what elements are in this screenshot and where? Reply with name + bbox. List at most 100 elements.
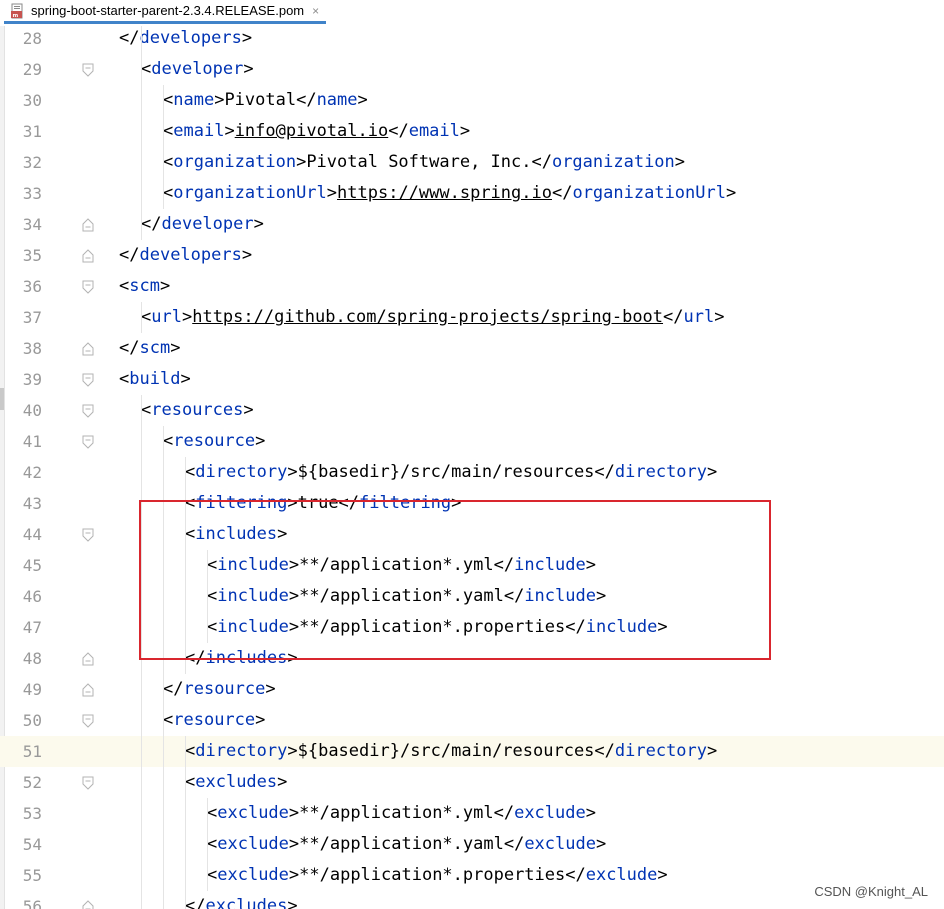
code-text[interactable]: </developers> bbox=[119, 240, 252, 271]
code-text[interactable]: </excludes> bbox=[185, 891, 298, 909]
code-token: > bbox=[224, 121, 235, 141]
xml-tag-name: scm bbox=[129, 276, 160, 296]
line-number: 34 bbox=[22, 215, 42, 234]
code-text[interactable]: <exclude>**/application*.yaml</exclude> bbox=[207, 829, 606, 860]
code-text[interactable]: <resource> bbox=[163, 705, 265, 736]
xml-tag-name: organization bbox=[551, 152, 675, 172]
code-text[interactable]: <build> bbox=[119, 364, 191, 395]
xml-tag-name: exclude bbox=[514, 803, 586, 823]
code-token: </ bbox=[119, 338, 140, 358]
code-token: > bbox=[241, 245, 253, 265]
fold-open-icon[interactable] bbox=[82, 714, 94, 728]
code-token: </ bbox=[119, 245, 140, 265]
code-token: < bbox=[163, 90, 174, 110]
code-token: > bbox=[725, 183, 737, 203]
code-text[interactable]: </developer> bbox=[141, 209, 264, 240]
code-lines: 28 </developers> 29 <developer> 30 <name>Pivo… bbox=[0, 23, 944, 909]
fold-close-icon[interactable] bbox=[82, 683, 94, 697]
code-text[interactable]: </developers> bbox=[119, 23, 252, 54]
fold-close-icon[interactable] bbox=[82, 342, 94, 356]
fold-open-icon[interactable] bbox=[82, 404, 94, 418]
code-text[interactable]: <excludes> bbox=[185, 767, 287, 798]
code-token: > bbox=[253, 214, 264, 234]
xml-tag-name: organization bbox=[173, 152, 297, 172]
code-text[interactable]: <organizationUrl>https://www.spring.io</… bbox=[163, 178, 736, 209]
xml-tag-name: url bbox=[683, 307, 715, 327]
close-icon[interactable]: × bbox=[312, 4, 319, 18]
code-token: > bbox=[243, 59, 254, 79]
code-line[interactable]: 39 <build> bbox=[0, 364, 944, 395]
url-link: info@pivotal.io bbox=[234, 121, 389, 141]
code-text[interactable]: <url>https://github.com/spring-projects/… bbox=[141, 302, 724, 333]
code-text[interactable]: <developer> bbox=[141, 54, 254, 85]
code-text[interactable]: </scm> bbox=[119, 333, 180, 364]
code-token: </ bbox=[388, 121, 409, 141]
line-number: 48 bbox=[22, 649, 42, 668]
fold-close-icon[interactable] bbox=[82, 249, 94, 263]
fold-open-icon[interactable] bbox=[82, 280, 94, 294]
fold-open-icon[interactable] bbox=[82, 776, 94, 790]
line-number: 39 bbox=[22, 370, 42, 389]
xml-tag-name: organizationUrl bbox=[173, 183, 327, 203]
code-line[interactable]: 36 <scm> bbox=[0, 271, 944, 302]
code-token: > bbox=[714, 307, 725, 327]
code-text[interactable]: <directory>${basedir}/src/main/resources… bbox=[185, 457, 717, 488]
line-number: 40 bbox=[22, 401, 42, 420]
fold-open-icon[interactable] bbox=[82, 435, 94, 449]
fold-open-icon[interactable] bbox=[82, 528, 94, 542]
indent-guide bbox=[207, 798, 208, 891]
code-token: > bbox=[287, 896, 298, 909]
xml-tag-name: name bbox=[316, 90, 358, 110]
code-token: >**/application*.yaml</ bbox=[288, 834, 525, 854]
url-link: https://github.com/spring-projects/sprin… bbox=[192, 307, 664, 327]
code-text[interactable]: <directory>${basedir}/src/main/resources… bbox=[185, 736, 717, 767]
xml-tag-name: directory bbox=[195, 462, 288, 482]
code-text[interactable]: <scm> bbox=[119, 271, 170, 302]
code-text[interactable]: <organization>Pivotal Software, Inc.</or… bbox=[163, 147, 685, 178]
code-token: > bbox=[657, 865, 668, 885]
xml-tag-name: organizationUrl bbox=[572, 183, 726, 203]
fold-close-icon[interactable] bbox=[82, 652, 94, 666]
code-text[interactable]: <name>Pivotal</name> bbox=[163, 85, 368, 116]
line-number: 38 bbox=[22, 339, 42, 358]
code-text[interactable]: <resource> bbox=[163, 426, 265, 457]
fold-close-icon[interactable] bbox=[82, 218, 94, 232]
fold-open-icon[interactable] bbox=[82, 373, 94, 387]
code-token: >${basedir}/src/main/resources</ bbox=[287, 741, 615, 761]
line-number: 28 bbox=[22, 29, 42, 48]
code-text[interactable]: <resources> bbox=[141, 395, 254, 426]
code-token: > bbox=[255, 431, 266, 451]
fold-open-icon[interactable] bbox=[82, 63, 94, 77]
xml-tag-name: developers bbox=[139, 245, 242, 265]
xml-tag-name: resource bbox=[173, 431, 256, 451]
xml-tag-name: exclude bbox=[217, 865, 289, 885]
code-line[interactable]: 38 </scm> bbox=[0, 333, 944, 364]
code-token: < bbox=[141, 59, 152, 79]
line-number: 55 bbox=[22, 866, 42, 885]
code-text[interactable]: <exclude>**/application*.yml</exclude> bbox=[207, 798, 596, 829]
code-editor[interactable]: m spring-boot-starter-parent-2.3.4.RELEA… bbox=[0, 0, 944, 909]
code-token: < bbox=[185, 462, 196, 482]
xml-tag-name: resource bbox=[183, 679, 266, 699]
code-token: < bbox=[207, 865, 218, 885]
code-token: > bbox=[180, 369, 191, 389]
indent-guide bbox=[185, 736, 186, 909]
code-token: </ bbox=[185, 896, 206, 909]
indent-guide bbox=[141, 302, 142, 333]
url-link: https://www.spring.io bbox=[337, 183, 552, 203]
code-line[interactable]: 35 </developers> bbox=[0, 240, 944, 271]
code-text[interactable]: <exclude>**/application*.properties</exc… bbox=[207, 860, 668, 891]
line-number: 52 bbox=[22, 773, 42, 792]
xml-tag-name: resources bbox=[151, 400, 244, 420]
line-number: 50 bbox=[22, 711, 42, 730]
line-number: 33 bbox=[22, 184, 42, 203]
code-text[interactable]: <email>info@pivotal.io</email> bbox=[163, 116, 470, 147]
editor-tab-bar: m spring-boot-starter-parent-2.3.4.RELEA… bbox=[0, 0, 944, 26]
line-number: 49 bbox=[22, 680, 42, 699]
fold-close-icon[interactable] bbox=[82, 900, 94, 909]
code-text[interactable]: </resource> bbox=[163, 674, 276, 705]
code-token: > bbox=[265, 679, 276, 699]
code-token: >Pivotal</ bbox=[214, 90, 317, 110]
code-token: </ bbox=[141, 214, 162, 234]
tab-pom-file[interactable]: m spring-boot-starter-parent-2.3.4.RELEA… bbox=[4, 0, 326, 24]
